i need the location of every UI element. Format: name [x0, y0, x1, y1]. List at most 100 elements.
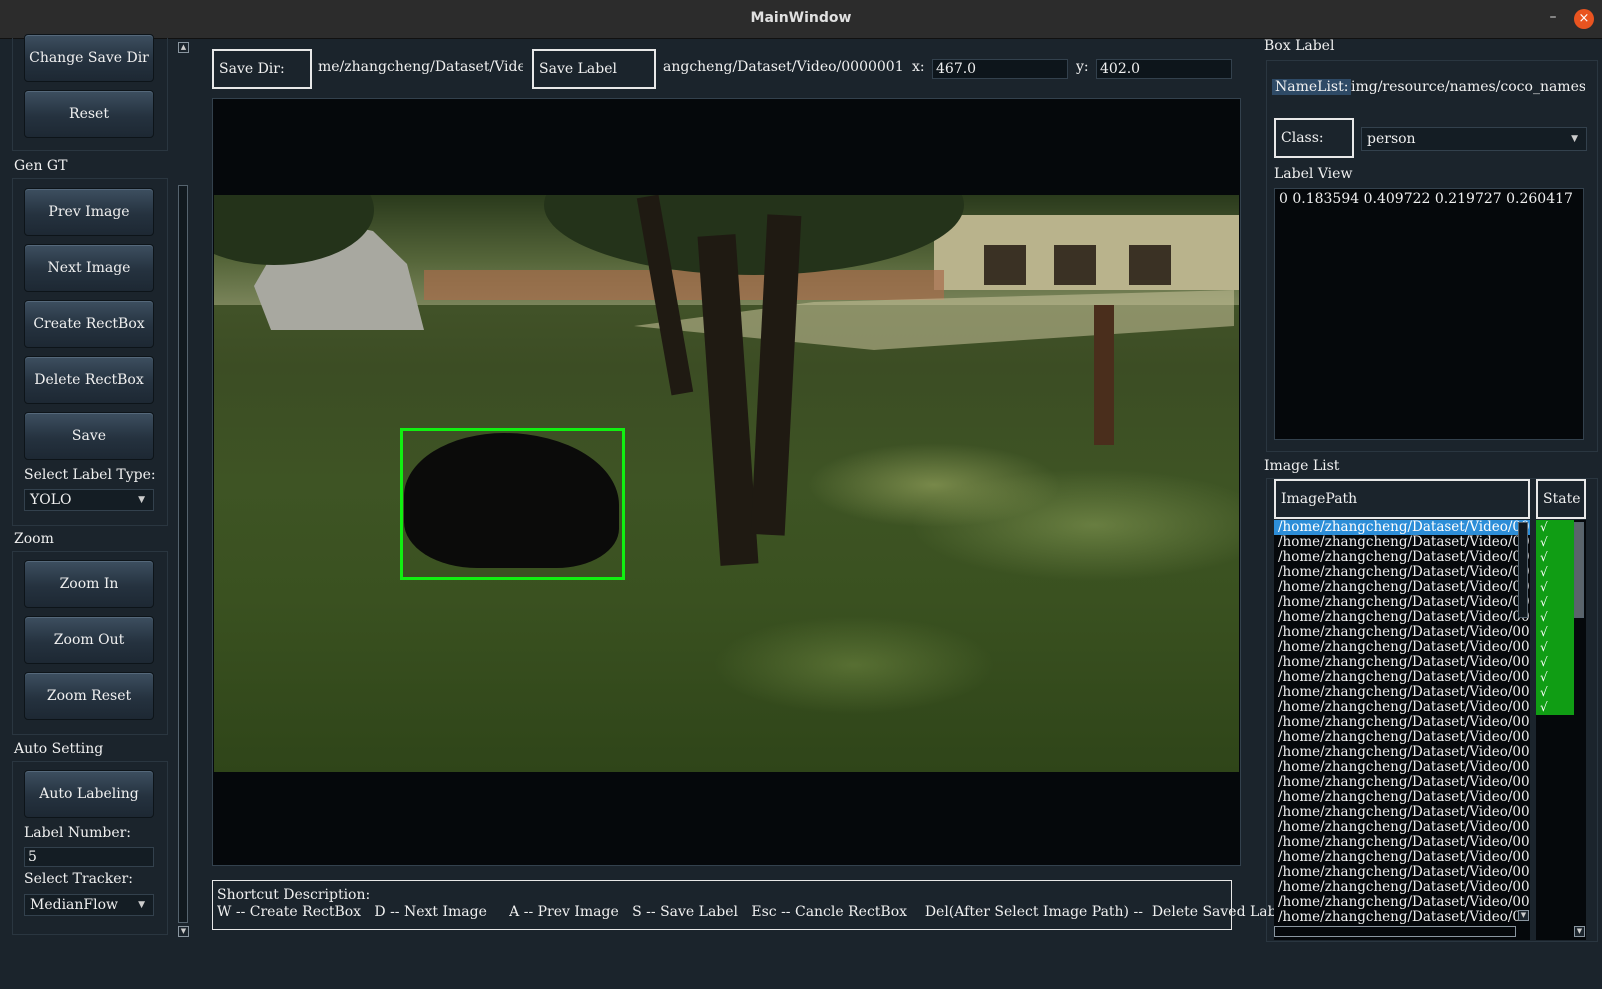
class-label: Class:	[1274, 118, 1354, 158]
list-item[interactable]: /home/zhangcheng/Dataset/Video/00	[1274, 655, 1530, 670]
list-scrollbar-thumb[interactable]	[1518, 522, 1528, 618]
state-item: √	[1536, 700, 1574, 715]
list-item[interactable]: /home/zhangcheng/Dataset/Video/00	[1274, 880, 1530, 895]
save-label-path-label: Save Label Path:	[532, 49, 656, 113]
save-button[interactable]: Save	[24, 412, 154, 460]
list-item[interactable]: /home/zhangcheng/Dataset/Video/00	[1274, 775, 1530, 790]
zoom-reset-button[interactable]: Zoom Reset	[24, 672, 154, 720]
minimize-icon[interactable]: –	[1546, 9, 1560, 25]
state-item: √	[1536, 640, 1574, 655]
list-item[interactable]: /home/zhangcheng/Dataset/Video/00	[1274, 850, 1530, 865]
box-label-title: Box Label	[1264, 38, 1335, 54]
chevron-down-icon: ▼	[1571, 134, 1578, 144]
tracker-label: Select Tracker:	[24, 871, 133, 887]
scene-window	[1129, 245, 1171, 285]
list-item[interactable]: /home/zhangcheng/Dataset/Video/00	[1274, 730, 1530, 745]
list-item[interactable]: /home/zhangcheng/Dataset/Video/00	[1274, 595, 1530, 610]
state-item: √	[1536, 655, 1574, 670]
image-list-title: Image List	[1264, 458, 1340, 474]
scene-building	[934, 215, 1239, 290]
label-number-label: Label Number:	[24, 825, 132, 841]
state-item: √	[1536, 565, 1574, 580]
window-title: MainWindow	[750, 10, 852, 26]
x-coordinate-field[interactable]: 467.0	[932, 59, 1068, 79]
list-item[interactable]: /home/zhangcheng/Dataset/Video/00	[1274, 550, 1530, 565]
list-item[interactable]: /home/zhangcheng/Dataset/Video/00	[1274, 610, 1530, 625]
state-item: √	[1536, 685, 1574, 700]
list-item[interactable]: /home/zhangcheng/Dataset/Video/00	[1274, 835, 1530, 850]
zoom-in-button[interactable]: Zoom In	[24, 560, 154, 608]
x-label: x:	[912, 59, 925, 75]
reset-button[interactable]: Reset	[24, 90, 154, 138]
state-item: √	[1536, 535, 1574, 550]
bounding-box[interactable]	[400, 428, 625, 580]
label-number-input[interactable]: 5	[24, 847, 154, 867]
scene-window	[1054, 245, 1096, 285]
scene-fence	[424, 270, 944, 300]
state-scrollbar-thumb[interactable]	[1574, 522, 1584, 618]
label-view-text[interactable]: 0 0.183594 0.409722 0.219727 0.260417	[1274, 188, 1584, 440]
label-view-title: Label View	[1274, 166, 1353, 182]
delete-rectbox-button[interactable]: Delete RectBox	[24, 356, 154, 404]
state-item: √	[1536, 670, 1574, 685]
zoom-title: Zoom	[14, 531, 54, 547]
state-item: √	[1536, 550, 1574, 565]
prev-image-button[interactable]: Prev Image	[24, 188, 154, 236]
namelist-value: img/resource/names/coco_names.txt	[1351, 79, 1585, 95]
auto-labeling-button[interactable]: Auto Labeling	[24, 770, 154, 818]
state-item: √	[1536, 610, 1574, 625]
list-item[interactable]: /home/zhangcheng/Dataset/Video/00	[1274, 580, 1530, 595]
state-item: √	[1536, 520, 1574, 535]
label-type-select[interactable]: YOLO ▼	[24, 489, 154, 511]
left-scrollbar-thumb[interactable]	[178, 185, 188, 923]
close-icon[interactable]: ×	[1574, 9, 1594, 29]
image-path-list[interactable]: /home/zhangcheng/Dataset/Video/00/home/z…	[1274, 520, 1530, 940]
list-item[interactable]: /home/zhangcheng/Dataset/Video/00	[1274, 805, 1530, 820]
scroll-down-icon[interactable]: ▼	[178, 926, 189, 937]
shortcut-list: W -- Create RectBox D -- Next Image A --…	[217, 904, 1290, 920]
save-dir-label: Save Dir:	[212, 49, 312, 89]
class-value: person	[1367, 131, 1416, 147]
y-coordinate-field[interactable]: 402.0	[1096, 59, 1232, 79]
scroll-down-icon[interactable]: ▼	[1574, 926, 1585, 937]
chevron-down-icon: ▼	[138, 900, 145, 910]
list-item[interactable]: /home/zhangcheng/Dataset/Video/00	[1274, 790, 1530, 805]
label-type-label: Select Label Type:	[24, 467, 156, 483]
zoom-out-button[interactable]: Zoom Out	[24, 616, 154, 664]
save-dir-value: me/zhangcheng/Dataset/Video/	[318, 59, 523, 75]
list-item[interactable]: /home/zhangcheng/Dataset/Video/00	[1274, 535, 1530, 550]
state-item: √	[1536, 625, 1574, 640]
list-horizontal-scrollbar[interactable]	[1274, 926, 1516, 937]
list-item[interactable]: /home/zhangcheng/Dataset/Video/00	[1274, 670, 1530, 685]
state-header[interactable]: State	[1536, 479, 1586, 519]
y-label: y:	[1076, 59, 1089, 75]
imagepath-header[interactable]: ImagePath	[1274, 479, 1530, 519]
image-view[interactable]	[214, 195, 1239, 772]
state-item: √	[1536, 595, 1574, 610]
class-select[interactable]: person ▼	[1361, 127, 1587, 151]
next-image-button[interactable]: Next Image	[24, 244, 154, 292]
scene-window	[984, 245, 1026, 285]
list-item[interactable]: /home/zhangcheng/Dataset/Video/00	[1274, 685, 1530, 700]
chevron-down-icon: ▼	[138, 495, 145, 505]
tracker-select[interactable]: MedianFlow ▼	[24, 894, 154, 916]
list-item[interactable]: /home/zhangcheng/Dataset/Video/00	[1274, 865, 1530, 880]
scroll-down-icon[interactable]: ▼	[1518, 910, 1529, 921]
scroll-up-icon[interactable]: ▲	[178, 42, 189, 53]
list-item[interactable]: /home/zhangcheng/Dataset/Video/00	[1274, 895, 1530, 910]
list-item[interactable]: /home/zhangcheng/Dataset/Video/00	[1274, 820, 1530, 835]
list-item[interactable]: /home/zhangcheng/Dataset/Video/00	[1274, 565, 1530, 580]
list-item[interactable]: /home/zhangcheng/Dataset/Video/00	[1274, 760, 1530, 775]
list-item[interactable]: /home/zhangcheng/Dataset/Video/00	[1274, 700, 1530, 715]
gen-gt-title: Gen GT	[14, 158, 68, 174]
list-item[interactable]: /home/zhangcheng/Dataset/Video/00	[1274, 910, 1530, 925]
list-item[interactable]: /home/zhangcheng/Dataset/Video/00	[1274, 640, 1530, 655]
list-item[interactable]: /home/zhangcheng/Dataset/Video/00	[1274, 625, 1530, 640]
create-rectbox-button[interactable]: Create RectBox	[24, 300, 154, 348]
change-save-dir-button[interactable]: Change Save Dir	[24, 34, 154, 82]
list-item[interactable]: /home/zhangcheng/Dataset/Video/00	[1274, 745, 1530, 760]
tracker-value: MedianFlow	[30, 897, 119, 913]
list-item[interactable]: /home/zhangcheng/Dataset/Video/00	[1274, 715, 1530, 730]
shortcut-title: Shortcut Description:	[217, 887, 371, 903]
list-item[interactable]: /home/zhangcheng/Dataset/Video/00	[1274, 520, 1530, 535]
